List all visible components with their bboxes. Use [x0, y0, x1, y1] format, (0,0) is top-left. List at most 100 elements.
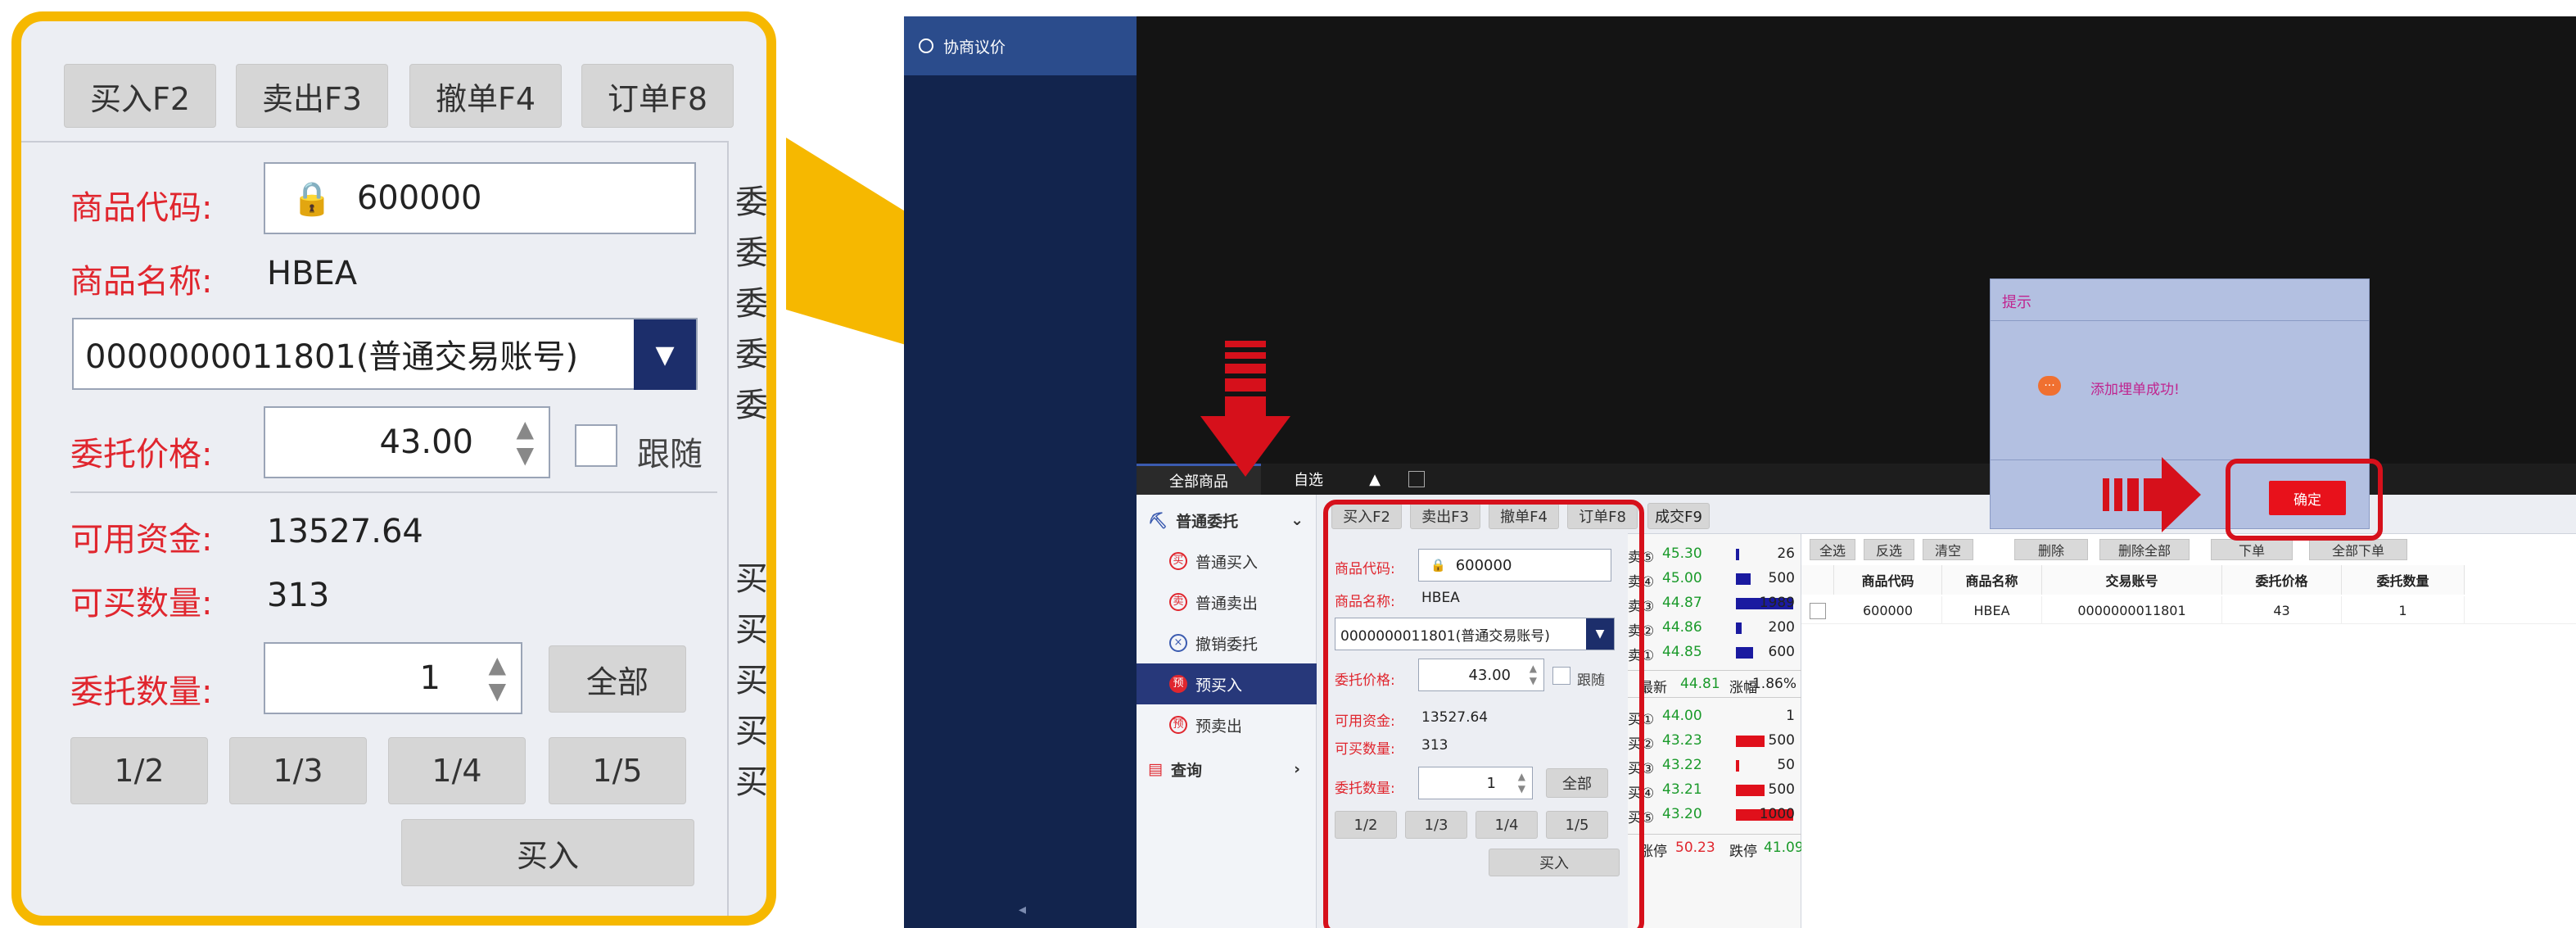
bid-price: 43.21 — [1662, 781, 1702, 798]
app-title: 协商议价 — [943, 38, 1006, 57]
zoom-qty-stepper[interactable]: 1 ▲ ▼ — [264, 642, 522, 714]
zoom-cancel-tab[interactable]: 撤单F4 — [409, 64, 562, 128]
column-header — [1801, 565, 1834, 595]
bid-price: 43.20 — [1662, 806, 1702, 822]
table-row[interactable]: 600000 HBEA 0000000011801 43 1 — [1801, 596, 2576, 624]
row-checkbox[interactable] — [1810, 603, 1826, 619]
dialog-title: 提示 — [2002, 294, 2031, 311]
pre-buy-icon: 预 — [1169, 675, 1187, 693]
zoom-orders-tab[interactable]: 订单F8 — [581, 64, 734, 128]
menu-item-pre-sell[interactable]: 预 预卖出 — [1137, 704, 1317, 745]
bid-price: 44.00 — [1662, 708, 1702, 724]
table-cell: 43 — [2222, 596, 2342, 624]
order-book: 卖⑤ 45.30 26 卖④ 45.00 500 卖③ 44.87 1989 卖② 44.86… — [1628, 534, 1804, 928]
column-header[interactable]: 委托数量 — [2342, 565, 2465, 595]
menu-label: 撤销委托 — [1195, 635, 1259, 654]
zoom-account-select[interactable]: 0000000011801(普通交易账号) ▼ — [72, 318, 698, 390]
ask-qty: 1989 — [1759, 595, 1795, 611]
ask-volume-bar — [1736, 622, 1742, 634]
zoom-price-stepper[interactable]: 43.00 ▲ ▼ — [264, 406, 550, 478]
menu-label: 预卖出 — [1195, 717, 1243, 736]
chevron-down-icon: ⌄ — [1290, 511, 1304, 529]
menu-label: 普通卖出 — [1195, 594, 1259, 613]
nav-item-negotiation[interactable]: 协商议价 — [904, 16, 1137, 75]
delete-button[interactable]: 删除 — [2014, 539, 2088, 560]
column-header[interactable]: 委托价格 — [2222, 565, 2342, 595]
column-header[interactable]: 商品名称 — [1942, 565, 2042, 595]
ask-qty: 200 — [1768, 619, 1795, 636]
tab-trades[interactable]: 成交F9 — [1647, 503, 1710, 529]
place-order-button[interactable]: 下单 — [2211, 539, 2293, 560]
zoom-clipped-glyph: 买 — [735, 763, 768, 801]
zoom-sell-tab[interactable]: 卖出F3 — [236, 64, 388, 128]
zoom-clipped-column: 委 委 委 委 委 — [735, 177, 768, 431]
menu-item-normal-order[interactable]: ⛏ 普通委托 ⌄ — [1137, 500, 1317, 541]
zoom-all-button[interactable]: 全部 — [549, 645, 686, 713]
menu-label: 普通委托 — [1176, 512, 1239, 531]
column-header[interactable]: 商品代码 — [1834, 565, 1942, 595]
zoom-clipped-glyph: 委 — [735, 285, 768, 323]
query-icon: ▤ — [1148, 760, 1163, 778]
menu-item-cancel[interactable]: × 撤销委托 — [1137, 622, 1317, 663]
table-cell: 600000 — [1834, 596, 1942, 624]
negotiation-icon — [919, 38, 933, 53]
zoom-qty-avail-value: 313 — [267, 577, 330, 614]
chevron-down-icon[interactable]: ▼ — [634, 319, 696, 390]
chevron-right-icon: › — [1294, 760, 1300, 778]
zoom-funds-value: 13527.64 — [267, 513, 423, 550]
bid-volume-bar — [1736, 785, 1765, 796]
right-arrow-annotation — [2103, 457, 2201, 532]
select-all-button[interactable]: 全选 — [1810, 539, 1855, 560]
zoom-funds-label: 可用资金: — [70, 521, 213, 559]
column-header[interactable]: 交易账号 — [2042, 565, 2222, 595]
zoom-price-value: 43.00 — [379, 423, 473, 461]
sell-icon: 卖 — [1169, 593, 1187, 611]
zoom-clipped-glyph: 买 — [735, 560, 768, 598]
zoom-fifth-button[interactable]: 1/5 — [549, 737, 686, 804]
info-icon: ··· — [2038, 376, 2061, 396]
zoom-qty-value: 1 — [419, 659, 441, 697]
zoom-qty-avail-label: 可买数量: — [70, 585, 213, 622]
zoom-third-button[interactable]: 1/3 — [229, 737, 367, 804]
order-menu: ⛏ 普通委托 ⌄ 买 普通买入 卖 普通卖出 × 撤销委托 预 预买入 预 预卖… — [1137, 495, 1317, 928]
invert-selection-button[interactable]: 反选 — [1864, 539, 1914, 560]
collapse-up-icon[interactable]: ▲ — [1354, 464, 1395, 495]
zoom-divider-vertical — [727, 141, 729, 916]
menu-item-normal-sell[interactable]: 卖 普通卖出 — [1137, 582, 1317, 622]
stepper-arrows-icon[interactable]: ▲ ▼ — [488, 652, 506, 704]
zoom-follow-checkbox[interactable] — [575, 424, 617, 467]
ask-price: 45.00 — [1662, 570, 1702, 586]
zoom-half-button[interactable]: 1/2 — [70, 737, 208, 804]
delete-all-button[interactable]: 删除全部 — [2099, 539, 2190, 560]
bid-row: 买④ 43.21 500 — [1628, 778, 1801, 803]
zoom-clipped-column-lower: 买 买 买 买 买 — [735, 554, 768, 808]
zoom-buy-tab[interactable]: 买入F2 — [64, 64, 216, 128]
zoom-price-label: 委托价格: — [70, 436, 213, 473]
bid-qty: 1 — [1786, 708, 1795, 724]
limit-row: 涨停 50.23 跌停 41.09 — [1628, 834, 1804, 862]
menu-item-pre-buy[interactable]: 预 预买入 — [1137, 663, 1317, 704]
ask-row: 卖② 44.86 200 — [1628, 616, 1801, 641]
menu-label: 预买入 — [1195, 676, 1243, 695]
menu-item-normal-buy[interactable]: 买 普通买入 — [1137, 541, 1317, 582]
zoom-clipped-glyph: 买 — [735, 713, 768, 750]
place-all-orders-button[interactable]: 全部下单 — [2309, 539, 2407, 560]
menu-item-query[interactable]: ▤ 查询 › — [1137, 749, 1317, 790]
zoom-clipped-glyph: 委 — [735, 183, 768, 221]
zoom-account-value: 0000000011801(普通交易账号) — [85, 338, 579, 376]
clear-button[interactable]: 清空 — [1923, 539, 1973, 560]
bid-qty: 500 — [1768, 781, 1795, 798]
bid-volume-bar — [1736, 736, 1765, 747]
cancel-icon: × — [1169, 634, 1187, 652]
bid-price: 43.23 — [1662, 732, 1702, 749]
collapse-arrow-icon[interactable]: ◂ — [1019, 901, 1026, 918]
zoom-buy-button[interactable]: 买入 — [401, 819, 694, 886]
panel-toggle-icon[interactable] — [1403, 464, 1430, 495]
stepper-arrows-icon[interactable]: ▲ ▼ — [516, 416, 534, 469]
menu-label: 普通买入 — [1195, 553, 1259, 572]
ask-price: 45.30 — [1662, 545, 1702, 562]
zoom-code-field[interactable]: 🔒 600000 — [264, 162, 696, 234]
zoom-quarter-button[interactable]: 1/4 — [388, 737, 526, 804]
pending-order-grid: 全选 反选 清空 删除 删除全部 下单 全部下单 商品代码 商品名称 交易账号 … — [1801, 534, 2576, 928]
menu-label: 查询 — [1170, 761, 1202, 780]
